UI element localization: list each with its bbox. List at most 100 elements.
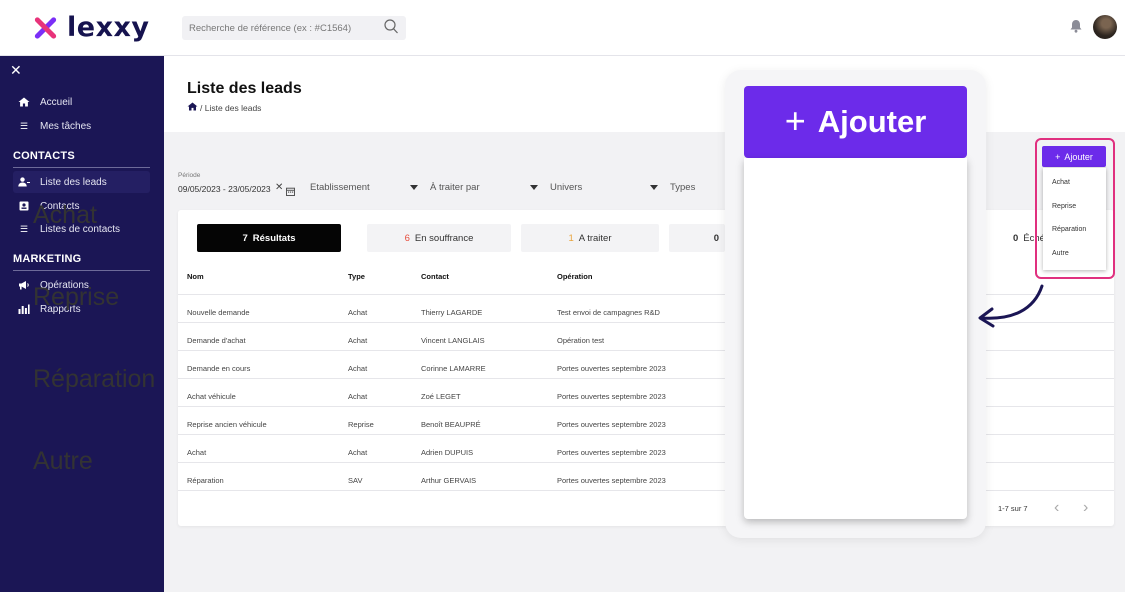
brand-name: lexxy xyxy=(67,12,150,43)
cell-operation: Portes ouvertes septembre 2023 xyxy=(557,420,666,429)
tab-label: Résultats xyxy=(252,232,296,244)
add-button-zoomed[interactable]: + Ajouter xyxy=(744,86,967,158)
sidebar-item-liste-des-leads[interactable]: Liste des leads xyxy=(13,171,150,193)
universe-dropdown[interactable]: Univers xyxy=(550,182,658,193)
cell-contact: Zoé LEGET xyxy=(421,392,461,401)
home-icon[interactable] xyxy=(187,102,198,113)
lexxy-logo-icon xyxy=(33,15,58,40)
dropdown-label: Univers xyxy=(550,182,583,193)
task-list-icon: ☰ xyxy=(19,120,29,131)
page-title: Liste des leads xyxy=(187,80,302,97)
menu-item-achat[interactable]: Achat xyxy=(33,201,97,230)
menu-item-reprise[interactable]: Reprise xyxy=(33,283,119,312)
user-avatar[interactable] xyxy=(1093,15,1117,39)
cell-nom: Réparation xyxy=(187,476,224,485)
establishment-dropdown[interactable]: Etablissement xyxy=(310,182,418,193)
cell-nom: Achat véhicule xyxy=(187,392,236,401)
table-row[interactable]: Achat véhicule Achat Zoé LEGET Portes ou… xyxy=(178,382,738,410)
cell-type: SAV xyxy=(348,476,363,485)
clear-period-icon[interactable]: ✕ xyxy=(275,182,283,193)
tab-resultats[interactable]: 7 Résultats xyxy=(197,224,341,252)
add-button[interactable]: + Ajouter xyxy=(1042,146,1106,167)
sidebar-item-mes-taches[interactable]: ☰ Mes tâches xyxy=(13,115,150,137)
table-row[interactable]: Nouvelle demande Achat Thierry LAGARDE T… xyxy=(178,298,738,326)
caret-down-icon xyxy=(410,185,418,190)
column-header-type[interactable]: Type xyxy=(348,272,365,281)
menu-item-reparation[interactable]: Réparation xyxy=(33,365,155,394)
top-bar: lexxy xyxy=(0,0,1125,56)
section-title-contacts: CONTACTS xyxy=(13,150,150,168)
reference-search xyxy=(182,16,406,40)
cell-nom: Demande en cours xyxy=(187,364,251,373)
close-sidebar-icon[interactable]: ✕ xyxy=(10,62,22,79)
curved-arrow-icon xyxy=(978,284,1044,328)
plus-icon: + xyxy=(784,99,806,141)
tab-count: 6 xyxy=(404,232,410,244)
cell-operation: Portes ouvertes septembre 2023 xyxy=(557,392,666,401)
column-header-contact[interactable]: Contact xyxy=(421,272,449,281)
sidebar-item-label: Mes tâches xyxy=(40,120,92,132)
cell-type: Achat xyxy=(348,308,368,317)
tab-label: A traiter xyxy=(578,232,612,244)
table-row[interactable]: Réparation SAV Arthur GERVAIS Portes ouv… xyxy=(178,466,738,494)
tab-count: 1 xyxy=(568,232,574,244)
cell-contact: Corinne LAMARRE xyxy=(421,364,486,373)
app-window: lexxy ✕ Accueil ☰ Mes tâches CONTACTS Li… xyxy=(0,0,1125,592)
search-input[interactable] xyxy=(189,20,369,36)
tab-en-souffrance[interactable]: 6 En souffrance xyxy=(367,224,511,252)
cell-operation: Portes ouvertes septembre 2023 xyxy=(557,448,666,457)
breadcrumb: / Liste des leads xyxy=(187,102,261,113)
search-icon[interactable] xyxy=(384,19,399,40)
table-row[interactable]: Achat Achat Adrien DUPUIS Portes ouverte… xyxy=(178,438,738,466)
column-header-nom[interactable]: Nom xyxy=(187,272,204,281)
plus-icon: + xyxy=(1055,151,1061,162)
cell-operation: Test envoi de campagnes R&D xyxy=(557,308,660,317)
dropdown-label: Etablissement xyxy=(310,182,370,193)
tab-echeance[interactable]: 0 Éché xyxy=(986,224,1045,252)
megaphone-icon xyxy=(17,280,31,290)
column-header-operation[interactable]: Opération xyxy=(557,272,592,281)
logo[interactable]: lexxy xyxy=(33,12,150,43)
add-button-label: Ajouter xyxy=(817,104,927,139)
chevron-right-icon[interactable]: › xyxy=(1083,499,1088,517)
menu-item-achat[interactable]: Achat xyxy=(1052,179,1070,186)
menu-item-autre[interactable]: Autre xyxy=(33,447,93,476)
chevron-left-icon[interactable]: ‹ xyxy=(1054,499,1059,517)
tab-count-zero[interactable]: 0 xyxy=(669,224,725,252)
cell-nom: Nouvelle demande xyxy=(187,308,250,317)
cell-contact: Thierry LAGARDE xyxy=(421,308,483,317)
caret-down-icon xyxy=(650,185,658,190)
cell-contact: Vincent LANGLAIS xyxy=(421,336,485,345)
table-row[interactable]: Demande en cours Achat Corinne LAMARRE P… xyxy=(178,354,738,382)
sidebar-item-accueil[interactable]: Accueil xyxy=(13,91,150,113)
contact-list-icon: ☰ xyxy=(19,223,29,234)
table-row[interactable]: Reprise ancien véhicule Reprise Benoît B… xyxy=(178,410,738,438)
menu-item-reparation[interactable]: Réparation xyxy=(1052,226,1086,233)
cell-type: Achat xyxy=(348,364,368,373)
cell-type: Achat xyxy=(348,392,368,401)
cell-operation: Portes ouvertes septembre 2023 xyxy=(557,476,666,485)
add-dropdown: Achat Reprise Réparation Autre xyxy=(1043,168,1106,270)
add-button-label: Ajouter xyxy=(1064,151,1093,162)
tab-count: 0 xyxy=(713,232,719,244)
types-dropdown[interactable]: Types xyxy=(670,182,720,193)
sidebar-item-label: Liste des leads xyxy=(40,176,107,188)
tab-a-traiter[interactable]: 1 A traiter xyxy=(521,224,659,252)
cell-type: Achat xyxy=(348,448,368,457)
breadcrumb-current[interactable]: / Liste des leads xyxy=(200,103,261,113)
table-row[interactable]: Demande d'achat Achat Vincent LANGLAIS O… xyxy=(178,326,738,354)
tab-count: 0 xyxy=(1013,232,1019,244)
notification-bell-icon[interactable] xyxy=(1070,19,1082,38)
assignee-dropdown[interactable]: À traiter par xyxy=(430,182,538,193)
menu-item-autre[interactable]: Autre xyxy=(1052,250,1069,257)
cell-operation: Opération test xyxy=(557,336,605,345)
period-field[interactable]: 09/05/2023 - 23/05/2023 xyxy=(178,184,271,194)
caret-down-icon xyxy=(530,185,538,190)
cell-contact: Arthur GERVAIS xyxy=(421,476,477,485)
dropdown-label: À traiter par xyxy=(430,182,480,193)
tab-label: En souffrance xyxy=(414,232,474,244)
calendar-icon[interactable] xyxy=(286,183,295,201)
home-icon xyxy=(17,97,31,107)
bar-chart-icon xyxy=(17,304,31,314)
menu-item-reprise[interactable]: Reprise xyxy=(1052,203,1076,210)
